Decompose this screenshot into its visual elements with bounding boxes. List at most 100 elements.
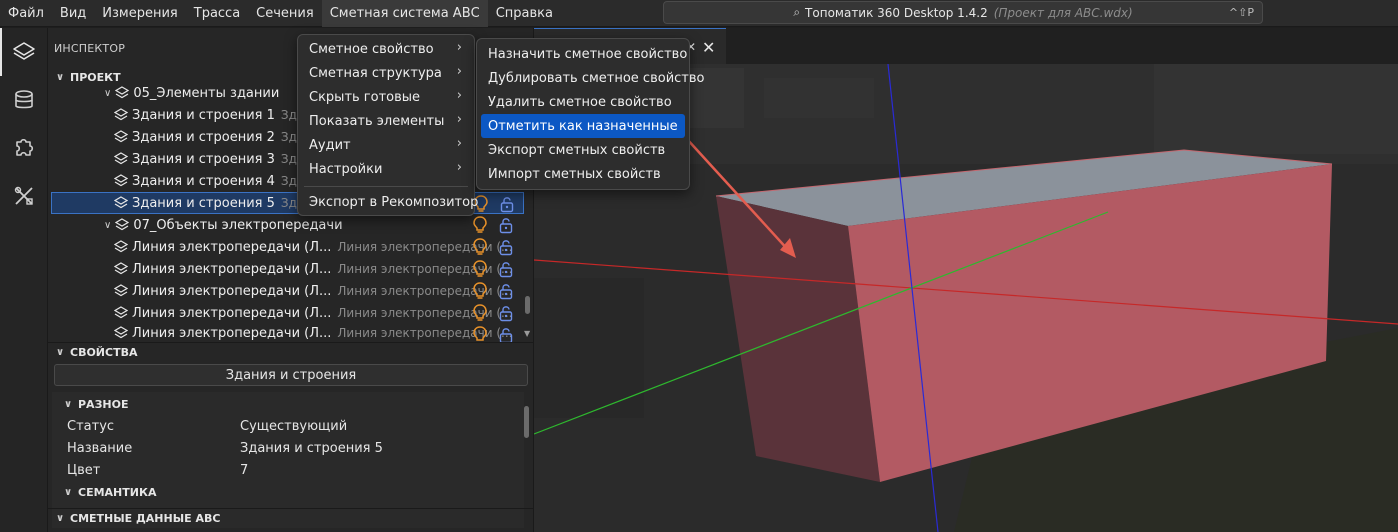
lock-icon[interactable] (498, 216, 514, 234)
layers-icon (114, 174, 128, 187)
tree-item-label: Здания и строения 3 (132, 151, 275, 167)
menu-item-duplicate-property[interactable]: Дублировать сметное свойство (481, 66, 704, 90)
tree-item-label: Линия электропередачи (Л... (132, 239, 332, 255)
layers-icon (114, 306, 128, 319)
prop-row-name[interactable]: Название Здания и строения 5 (52, 437, 524, 459)
tree-item[interactable]: Линия электропередачи (Л... Линия электр… (114, 236, 524, 258)
tree-item[interactable]: Линия электропередачи (Л... Линия электр… (114, 324, 524, 342)
misc-section-header[interactable]: ∨ РАЗНОЕ (52, 394, 524, 414)
scene-block (1154, 64, 1398, 154)
layers-icon (114, 196, 128, 209)
menu-item-estimate-property[interactable]: Сметное свойство › (302, 37, 470, 61)
abc-estimate-menu: Сметное свойство › Сметная структура › С… (297, 34, 478, 216)
estimate-property-submenu: Назначить сметное свойство Дублировать с… (476, 38, 704, 190)
tree-item-label: Линия электропередачи (Л... (132, 305, 332, 321)
lightbulb-icon[interactable] (472, 282, 488, 300)
tree-item[interactable]: Линия электропередачи (Л... Линия электр… (114, 258, 524, 280)
menu-separator (304, 186, 468, 187)
menu-sections[interactable]: Сечения (248, 0, 322, 27)
tree-item-label: Здания и строения 2 (132, 129, 275, 145)
rail-layers-button[interactable] (0, 28, 48, 76)
menu-item-delete-property[interactable]: Удалить сметное свойство (481, 90, 685, 114)
lightbulb-icon[interactable] (472, 260, 488, 278)
lock-icon[interactable] (498, 238, 514, 256)
layers-icon (114, 240, 128, 253)
chevron-right-icon: › (456, 64, 462, 79)
menu-view[interactable]: Вид (52, 0, 94, 27)
properties-section-header[interactable]: ∨ СВОЙСТВА (48, 342, 533, 362)
project-name: (Проект для АВС.wdx) (993, 5, 1133, 20)
lightbulb-icon[interactable] (472, 304, 488, 322)
rail-tools-button[interactable] (0, 172, 48, 220)
tree-item-label: 05_Элементы здании (133, 85, 280, 101)
rail-database-button[interactable] (0, 76, 48, 124)
prop-row-status[interactable]: Статус Существующий (52, 415, 524, 437)
chevron-down-icon: ∨ (56, 347, 65, 358)
chevron-right-icon: › (456, 112, 462, 127)
menu-help[interactable]: Справка (488, 0, 561, 27)
layers-icon (114, 326, 128, 339)
layers-icon (115, 218, 130, 231)
chevron-down-icon: ∨ (64, 398, 73, 410)
tree-item-label: Здания и строения 4 (132, 173, 275, 189)
menu-item-audit[interactable]: Аудит › (302, 133, 470, 157)
menubar: Файл Вид Измерения Трасса Сечения Сметна… (0, 0, 1398, 27)
scroll-down-icon[interactable]: ▼ (524, 329, 530, 338)
tree-item-label: Линия электропередачи (Л... (132, 326, 332, 341)
layers-icon (114, 130, 128, 143)
menu-item-export-recomposer[interactable]: Экспорт в Рекомпозитор (302, 190, 478, 214)
prop-row-color[interactable]: Цвет 7 (52, 459, 524, 481)
rail-extensions-button[interactable] (0, 124, 48, 172)
menu-measurements[interactable]: Измерения (94, 0, 185, 27)
tree-scrollbar[interactable] (525, 296, 530, 314)
tree-item[interactable]: Линия электропередачи (Л... Линия электр… (114, 280, 524, 302)
chevron-down-icon: ∨ (104, 87, 112, 99)
tools-icon (14, 186, 33, 205)
tree-item-label: Здания и строения 1 (132, 107, 275, 123)
inspector-title: ИНСПЕКТОР (54, 42, 126, 55)
props-scrollbar[interactable] (524, 406, 529, 438)
chevron-right-icon: › (456, 160, 462, 175)
lock-icon[interactable] (498, 304, 514, 322)
database-icon (15, 90, 33, 109)
menu-item-hide-completed[interactable]: Скрыть готовые › (302, 85, 470, 109)
menu-route[interactable]: Трасса (186, 0, 248, 27)
menu-item-settings[interactable]: Настройки › (302, 157, 470, 181)
tree-item[interactable]: Линия электропередачи (Л... Линия электр… (114, 302, 524, 324)
lightbulb-icon[interactable] (472, 238, 488, 256)
layers-icon (114, 284, 128, 297)
chevron-down-icon: ∨ (56, 71, 65, 83)
menu-item-assign-property[interactable]: Назначить сметное свойство (481, 42, 687, 66)
layers-icon (114, 152, 128, 165)
menu-file[interactable]: Файл (0, 0, 52, 27)
layers-icon (114, 108, 128, 121)
close-icon[interactable]: ✕ (702, 38, 715, 57)
tree-item-label: Линия электропередачи (Л... (132, 283, 332, 299)
menu-item-import-properties[interactable]: Импорт сметных свойств (481, 162, 685, 186)
tree-item-label: Линия электропередачи (Л... (132, 261, 332, 277)
chevron-right-icon: › (456, 136, 462, 151)
layers-icon (114, 262, 128, 275)
chevron-down-icon: ∨ (64, 486, 73, 498)
lightbulb-icon[interactable] (472, 216, 488, 234)
menu-abc-estimate[interactable]: Сметная система АВС (321, 0, 488, 27)
semantics-section-header[interactable]: ∨ СЕМАНТИКА (52, 482, 524, 502)
lock-icon[interactable] (498, 282, 514, 300)
lightbulb-icon[interactable] (472, 326, 488, 342)
abc-data-section-header[interactable]: ∨ СМЕТНЫЕ ДАННЫЕ АВС (48, 508, 533, 528)
object-type-field[interactable]: Здания и строения (54, 364, 528, 386)
scene-block (534, 278, 644, 418)
lock-icon[interactable] (498, 326, 514, 342)
menu-item-show-elements[interactable]: Показать элементы › (302, 109, 470, 133)
lock-icon[interactable] (498, 260, 514, 278)
layers-icon (115, 86, 130, 99)
chevron-right-icon: › (456, 88, 462, 103)
scene-block (764, 78, 874, 118)
puzzle-icon (16, 138, 34, 156)
menu-item-estimate-structure[interactable]: Сметная структура › (302, 61, 470, 85)
menu-item-export-properties[interactable]: Экспорт сметных свойств (481, 138, 685, 162)
command-search[interactable]: ⌕ Топоматик 360 Desktop 1.4.2 (Проект дл… (663, 1, 1263, 24)
tree-group-row[interactable]: ∨ 07_Объекты электропередачи (104, 214, 524, 236)
menu-item-mark-assigned[interactable]: Отметить как назначенные (481, 114, 685, 138)
lock-icon[interactable] (499, 195, 515, 213)
